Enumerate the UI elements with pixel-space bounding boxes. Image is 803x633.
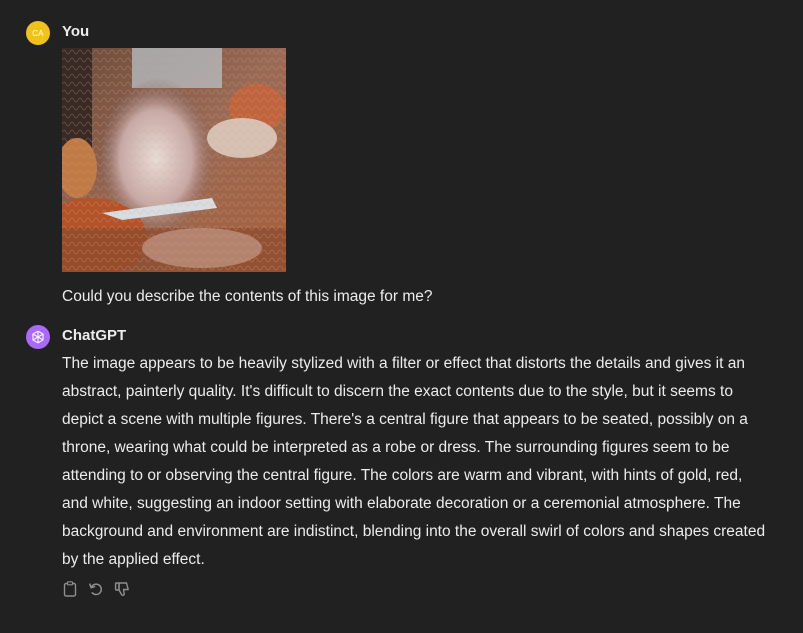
- assistant-author-name: ChatGPT: [62, 327, 127, 344]
- thumbs-down-icon: [114, 582, 129, 596]
- assistant-avatar: [26, 325, 50, 349]
- openai-logo-icon: [32, 330, 44, 344]
- user-author-name: You: [62, 23, 90, 40]
- stylized-painting-image: [62, 48, 286, 272]
- thumbs-down-button[interactable]: [112, 579, 132, 599]
- user-avatar: CA: [26, 21, 50, 45]
- message-actions: [60, 579, 132, 599]
- user-avatar-initials: CA: [32, 28, 44, 38]
- copy-icon: [63, 581, 77, 597]
- user-message-text: Could you describe the contents of this …: [62, 288, 433, 305]
- regenerate-button[interactable]: [86, 579, 106, 599]
- assistant-message-text: The image appears to be heavily stylized…: [62, 355, 766, 568]
- copy-button[interactable]: [60, 579, 80, 599]
- attached-image[interactable]: [62, 48, 286, 272]
- regenerate-icon: [89, 583, 103, 596]
